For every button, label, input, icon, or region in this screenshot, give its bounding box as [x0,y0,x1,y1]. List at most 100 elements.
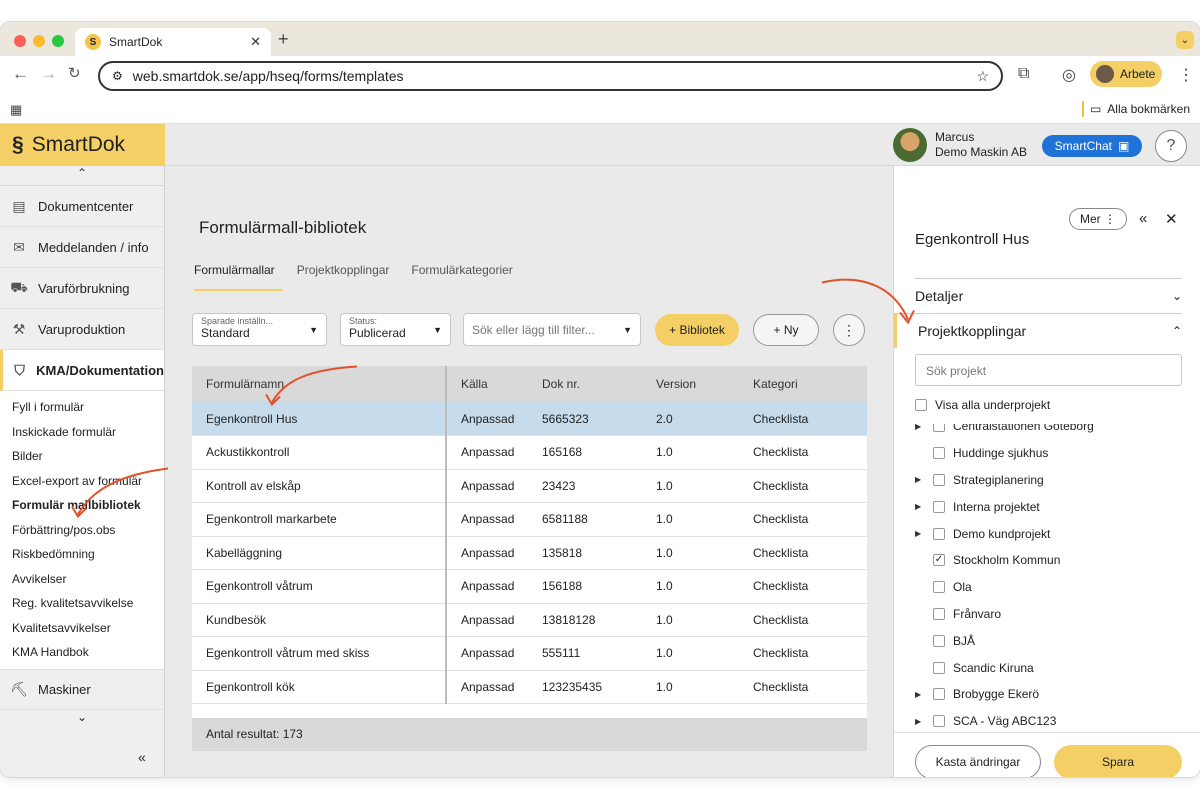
close-icon[interactable]: ✕ [1165,210,1178,228]
project-checkbox[interactable] [933,607,945,620]
zoom-window-button[interactable] [52,35,64,47]
new-template-button[interactable]: + Ny [753,314,819,346]
table-row[interactable]: Egenkontroll våtrum Anpassad 156188 1.0 Chec… [192,569,867,604]
tab-search-chevron-icon[interactable]: ⌄ [1176,31,1194,49]
project-checkbox[interactable]: ✓ [933,554,945,567]
more-options-button[interactable]: ⋮ [833,314,865,346]
expand-arrow-icon[interactable]: ▶ [915,502,925,511]
submenu-item[interactable]: Inskickade formulär [0,420,164,445]
submenu-item[interactable]: Förbättring/pos.obs [0,518,164,543]
project-item[interactable]: ▶ SCA - Väg ABC123 [915,708,1182,734]
reload-icon[interactable]: ↻ [68,64,81,82]
submenu-item[interactable]: Kvalitetsavvikelser [0,616,164,641]
submenu-item[interactable]: Fyll i formulär [0,395,164,420]
more-menu-button[interactable]: Mer ⋮ [1069,208,1127,230]
project-checkbox[interactable] [933,500,945,513]
accordion-details[interactable]: Detaljer ⌄ [915,278,1182,313]
add-library-button[interactable]: + Bibliotek [655,314,739,346]
collapse-panel-icon[interactable]: « [1139,210,1147,227]
table-row[interactable]: Ackustikkontroll Anpassad 165168 1.0 Checkli… [192,435,867,470]
filter-input[interactable]: Sök eller lägg till filter... ▼ [463,313,641,346]
expand-arrow-icon[interactable]: ▶ [915,529,925,538]
column-header[interactable]: Kategori [739,366,867,402]
address-field[interactable]: ⚙ web.smartdok.se/app/hseq/forms/templat… [98,61,1003,91]
table-row[interactable]: Egenkontroll våtrum med skiss Anpassad 555… [192,636,867,671]
tab-formularkategorier[interactable]: Formulärkategorier [411,263,520,291]
saved-settings-select[interactable]: Sparade inställn... Standard ▼ [192,313,327,346]
help-button[interactable]: ? [1155,130,1187,162]
column-header[interactable]: Version [642,366,739,402]
project-checkbox[interactable] [933,715,945,728]
table-row-selected[interactable]: Egenkontroll Hus Anpassad 5665323 2.0 Checkl… [192,402,867,436]
table-row[interactable]: Egenkontroll markarbete Anpassad 6581188 1.… [192,502,867,537]
bookmark-star-icon[interactable]: ☆ [976,68,989,85]
submenu-item[interactable]: Reg. kvalitetsavvikelse [0,591,164,616]
project-item[interactable]: BJÅ [915,627,1182,654]
smartchat-button[interactable]: SmartChat ▣ [1042,135,1142,157]
project-checkbox[interactable] [933,661,945,674]
tab-projektkopplingar[interactable]: Projektkopplingar [297,263,398,291]
expand-arrow-icon[interactable]: ▶ [915,424,925,431]
expand-arrow-icon[interactable]: ▶ [915,717,925,726]
project-item[interactable]: Scandic Kiruna [915,654,1182,681]
project-checkbox[interactable] [933,447,945,460]
table-row[interactable]: Egenkontroll kök Anpassad 123235435 1.0 Chec… [192,670,867,704]
table-row[interactable]: Kontroll av elskåp Anpassad 23423 1.0 Checkl… [192,469,867,503]
sidebar-item-dokumentcenter[interactable]: ▤ Dokumentcenter [0,186,164,227]
minimize-window-button[interactable] [33,35,45,47]
checkbox[interactable] [915,399,927,411]
app-logo[interactable]: § SmartDok [0,124,165,166]
all-bookmarks-button[interactable]: ▭ Alla bokmärken [1090,102,1190,116]
sidebar-item-varuforbrukning[interactable]: ⛟ Varuförbrukning [0,268,164,309]
sidebar-scroll-up-icon[interactable]: ⌃ [0,166,164,186]
forward-icon[interactable]: → [40,64,57,84]
project-item[interactable]: ▶ Centralstationen Göteborg [915,424,1182,440]
project-checkbox[interactable] [933,527,945,540]
expand-arrow-icon[interactable]: ▶ [915,475,925,484]
column-header[interactable]: Formulärnamn [192,366,447,402]
project-checkbox[interactable] [933,581,945,594]
performance-icon[interactable]: ◎ [1062,65,1076,85]
project-item[interactable]: Huddinge sjukhus [915,440,1182,467]
submenu-item[interactable]: KMA Handbok [0,640,164,665]
collapse-sidebar-icon[interactable]: « [138,749,146,765]
project-checkbox[interactable] [933,688,945,701]
accordion-projektkopplingar[interactable]: Projektkopplingar ⌃ [894,313,1182,348]
sidebar-item-meddelanden[interactable]: ✉ Meddelanden / info [0,227,164,268]
project-item[interactable]: ▶ Interna projektet [915,493,1182,520]
tab-close-icon[interactable]: ✕ [250,34,261,50]
project-item[interactable]: ▶ Strategiplanering [915,467,1182,494]
project-item[interactable]: ▶ Demo kundprojekt [915,520,1182,547]
user-menu[interactable]: Marcus Demo Maskin AB [893,128,1027,162]
submenu-item[interactable]: Riskbedömning [0,542,164,567]
browser-tab[interactable]: S SmartDok ✕ [75,28,271,56]
project-checkbox[interactable] [933,473,945,486]
project-item[interactable]: ▶ Brobygge Ekerö [915,681,1182,708]
sidebar-scroll-down-icon[interactable]: ⌄ [0,710,164,728]
sidebar-item-varuproduktion[interactable]: ⚒ Varuproduktion [0,309,164,350]
expand-arrow-icon[interactable]: ▶ [915,690,925,699]
submenu-item[interactable]: Excel-export av formulär [0,469,164,494]
project-item[interactable]: Ola [915,574,1182,601]
sidebar-item-kma[interactable]: ⛉ KMA/Dokumentation [0,350,164,391]
profile-button[interactable]: Arbete [1090,61,1162,87]
site-settings-icon[interactable]: ⚙ [112,69,123,83]
browser-menu-icon[interactable]: ⋮ [1178,65,1194,85]
discard-changes-button[interactable]: Kasta ändringar [915,745,1041,777]
submenu-item-active[interactable]: Formulär mallbibliotek [0,493,164,518]
project-item[interactable]: ✓ Stockholm Kommun [915,547,1182,574]
table-row[interactable]: Kabelläggning Anpassad 135818 1.0 Checklista [192,536,867,570]
project-search-input[interactable]: Sök projekt [915,354,1182,386]
project-item[interactable]: Frånvaro [915,601,1182,628]
project-checkbox[interactable] [933,424,945,433]
tab-formularmallar[interactable]: Formulärmallar [194,263,283,291]
new-tab-button[interactable]: + [278,29,289,50]
status-select[interactable]: Status: Publicerad ▼ [340,313,451,346]
column-header[interactable]: Källa [446,366,528,402]
submenu-item[interactable]: Bilder [0,444,164,469]
table-row[interactable]: Kundbesök Anpassad 13818128 1.0 Checklista [192,603,867,637]
show-all-subprojects[interactable]: Visa alla underprojekt [915,398,1050,412]
close-window-button[interactable] [14,35,26,47]
apps-grid-icon[interactable]: ▦ [10,102,22,118]
extensions-icon[interactable]: ⧉ [1018,65,1029,83]
